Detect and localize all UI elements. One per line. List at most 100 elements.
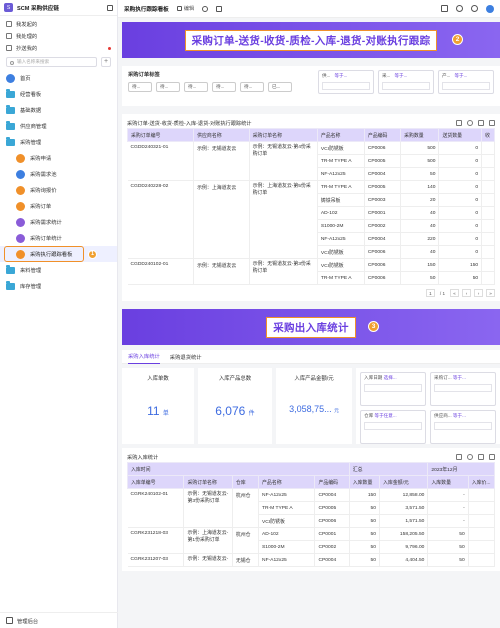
warehouse-cell: 杭州仓 xyxy=(232,527,260,554)
supplier-filter[interactable]: 供应商... 等于... xyxy=(430,410,496,444)
column-header[interactable]: 入库价... xyxy=(467,475,496,489)
tab-inbound-stats[interactable]: 采购入库统计 xyxy=(128,350,160,364)
sidebar-item-purchase-order[interactable]: 采购订单 xyxy=(0,198,117,214)
column-header[interactable]: 送货数量 xyxy=(438,128,483,142)
column-header[interactable]: 采购订单名称 xyxy=(248,128,318,142)
column-header[interactable]: 收 xyxy=(481,128,495,142)
unread-dot xyxy=(108,46,111,50)
tag-chip[interactable]: 已... xyxy=(268,82,292,92)
tag-chip[interactable]: 待... xyxy=(156,82,180,92)
banner-title: 采购订单-送货-收货-质检-入库-退货-对账执行跟踪 xyxy=(184,29,438,51)
column-header[interactable]: 产品名称 xyxy=(316,128,365,142)
sidebar-item-handled[interactable]: 我处理的 xyxy=(0,30,117,42)
sidebar-item-cc[interactable]: 抄送我的 xyxy=(0,42,117,54)
sidebar-item-purchase-request[interactable]: 采购申请 xyxy=(0,150,117,166)
filter-input[interactable] xyxy=(322,82,370,90)
export-icon[interactable] xyxy=(456,120,462,126)
column-header[interactable]: 产品编码 xyxy=(363,128,402,142)
table-row[interactable]: CGRK231207-03 示例：无锡道友云- 无锡仓 NF-A12x25 CP… xyxy=(127,553,496,567)
section-banner-inbound: 采购出入库统计 3 xyxy=(122,309,500,345)
po-filter[interactable]: 采购订... 等于... xyxy=(430,372,496,406)
po-filter[interactable]: 采... 等于... xyxy=(378,70,434,94)
table-row[interactable]: CGRK240102-01 示例：无锡道友云-第3份采购订单 杭州仓 NF-A1… xyxy=(127,488,496,528)
supplier-filter[interactable]: 供... 等于... xyxy=(318,70,374,94)
collapse-sidebar-icon[interactable] xyxy=(107,4,113,11)
sidebar-item-incoming[interactable]: 来料管理 xyxy=(0,262,117,278)
card-title: 采购入库统计 xyxy=(127,454,159,461)
product-cell: S1000-2M xyxy=(258,540,316,554)
next-page-button[interactable]: › xyxy=(474,289,483,297)
sidebar-item-dashboard[interactable]: 经营看板 xyxy=(0,86,117,102)
notification-icon[interactable] xyxy=(456,5,463,12)
filter-input[interactable] xyxy=(434,384,492,392)
tag-chip[interactable]: 待... xyxy=(240,82,264,92)
overflow-cell xyxy=(468,501,496,515)
po-number-cell: CGDD240321-01 xyxy=(127,141,195,181)
column-header[interactable]: 产品编码 xyxy=(314,475,350,489)
sidebar-item-inventory[interactable]: 库存管理 xyxy=(0,278,117,294)
avatar[interactable] xyxy=(486,4,494,13)
product-cell: TR-M TYPE A xyxy=(258,501,316,515)
fullscreen-icon[interactable] xyxy=(489,120,495,126)
column-header[interactable]: 入库金额/元 xyxy=(378,475,429,489)
warehouse-filter[interactable]: 仓库 等于任意... xyxy=(360,410,426,444)
qty-cell: 40 xyxy=(400,245,440,259)
sidebar-item-execution-board[interactable]: 采购执行跟踪看板 1 xyxy=(0,246,117,262)
tag-chip[interactable]: 待... xyxy=(184,82,208,92)
code-cell: CP0004 xyxy=(364,232,402,246)
table-row[interactable]: CGDD240102-01 示例：无锡道友云 示例：无锡道友云-第3份采购订单 … xyxy=(127,258,495,285)
prev-page-button[interactable]: ‹ xyxy=(462,289,471,297)
sidebar-item-supplier[interactable]: 供应商管理 xyxy=(0,118,117,134)
sidebar-item-demand-stats[interactable]: 采购需求统计 xyxy=(0,214,117,230)
sidebar-item-initiated[interactable]: 我发起的 xyxy=(0,18,117,30)
filter-icon[interactable] xyxy=(478,454,484,460)
column-header[interactable]: 仓库 xyxy=(231,475,260,489)
code-cell: CP0002 xyxy=(364,219,402,233)
column-header[interactable]: 入库数量 xyxy=(427,475,469,489)
filter-input[interactable] xyxy=(434,422,492,430)
filter-icon[interactable] xyxy=(478,120,484,126)
filter-input[interactable] xyxy=(382,82,430,90)
sidebar-item-order-stats[interactable]: 采购订单统计 xyxy=(0,230,117,246)
date-filter[interactable]: 入库日期 选择... xyxy=(360,372,426,406)
tag-chip[interactable]: 待... xyxy=(212,82,236,92)
refresh-icon[interactable] xyxy=(467,120,473,126)
first-page-button[interactable]: « xyxy=(450,289,459,297)
refresh-icon[interactable] xyxy=(202,5,209,12)
column-header[interactable]: 采购订单名称 xyxy=(183,475,233,489)
add-page-button[interactable]: + xyxy=(101,57,111,67)
sidebar-item-demand-pool[interactable]: 采购需求池 xyxy=(0,166,117,182)
page-number[interactable]: 1 xyxy=(425,289,435,297)
admin-link[interactable]: 管理后台 xyxy=(0,612,118,628)
product-filter[interactable]: 产... 等于... xyxy=(438,70,494,94)
column-header[interactable]: 采购数量 xyxy=(400,128,440,142)
column-header[interactable]: 产品名称 xyxy=(258,475,316,489)
edit-button[interactable]: 编辑 xyxy=(176,5,194,12)
table-row[interactable]: CGRK231218-03 示例：上海道友云-第1份采购订单 杭州仓 AD-10… xyxy=(127,527,496,554)
column-header[interactable]: 入库数量 xyxy=(348,475,381,489)
folder-icon xyxy=(6,265,15,274)
column-header[interactable]: 入库单编号 xyxy=(126,475,185,489)
export-icon[interactable] xyxy=(456,454,462,460)
sidebar-item-procurement[interactable]: 采购管理 xyxy=(0,134,117,150)
overflow-cell xyxy=(468,488,496,502)
fullscreen-icon[interactable] xyxy=(489,454,495,460)
last-page-button[interactable]: » xyxy=(486,289,495,297)
sidebar-search-input[interactable]: 输入名称来搜索 xyxy=(6,57,97,67)
tab-return-stats[interactable]: 采购退货统计 xyxy=(170,350,202,364)
help-icon[interactable] xyxy=(471,5,478,12)
fullscreen-icon[interactable] xyxy=(216,5,223,12)
table-row[interactable]: CGDD240321-01 示例：无锡道友云 示例：无锡道友云-第4份采购订单 … xyxy=(127,141,495,181)
layout-icon[interactable] xyxy=(441,5,448,12)
column-header[interactable]: 采购订单编号 xyxy=(126,128,195,142)
table-row[interactable]: CGDD240228-02 示例：上海道友云 示例：上海道友云-第5份采购订单 … xyxy=(127,180,495,259)
filter-input[interactable] xyxy=(442,82,490,90)
sidebar-item-quotation[interactable]: 采购询报价 xyxy=(0,182,117,198)
sidebar-item-home[interactable]: 首页 xyxy=(0,70,117,86)
column-header[interactable]: 供应商名称 xyxy=(193,128,250,142)
tag-chip[interactable]: 待... xyxy=(128,82,152,92)
filter-input[interactable] xyxy=(364,422,422,430)
date-range-input[interactable] xyxy=(364,384,422,392)
sidebar-item-basic-data[interactable]: 基础数据 xyxy=(0,102,117,118)
refresh-icon[interactable] xyxy=(467,454,473,460)
